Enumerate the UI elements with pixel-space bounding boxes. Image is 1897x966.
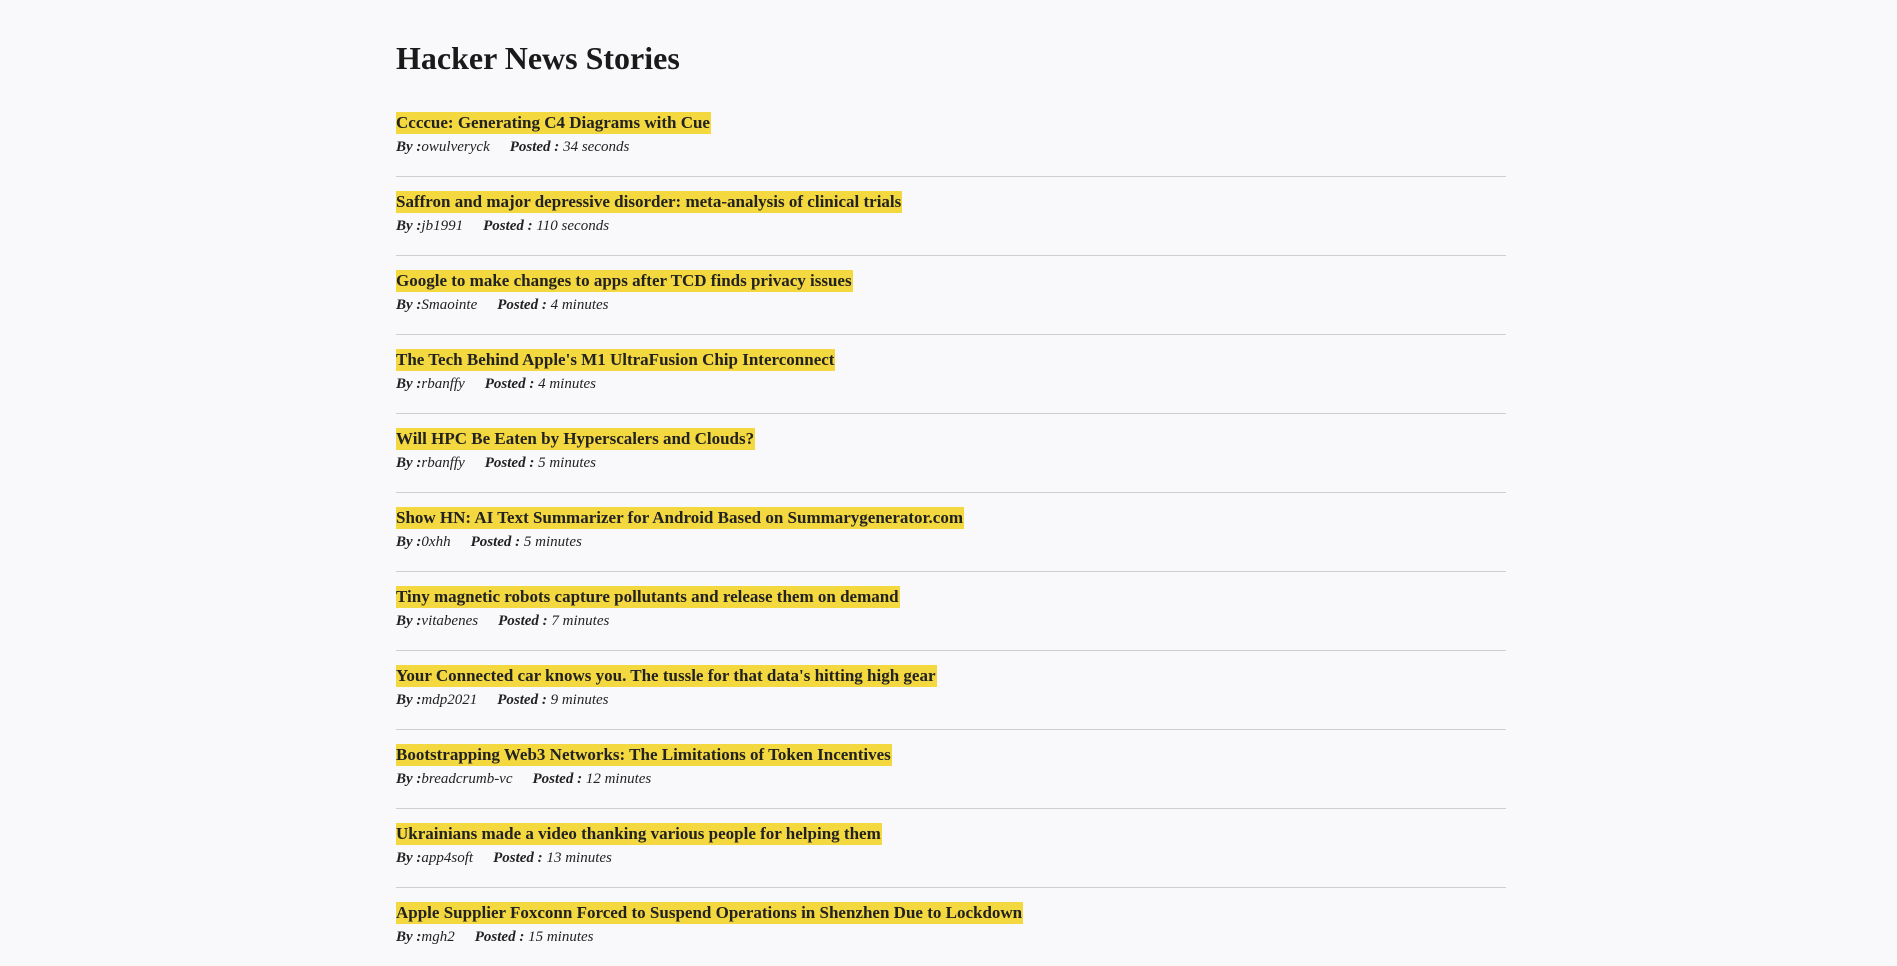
story-author: app4soft [421, 850, 474, 866]
story-meta: By :breadcrumb-vc Posted : 12 minutes [396, 769, 892, 789]
story-title-link[interactable]: Tiny magnetic robots capture pollutants … [396, 586, 900, 608]
story-author: mdp2021 [421, 692, 478, 708]
story-author: Smaointe [421, 297, 478, 313]
posted-label: Posted : [493, 850, 543, 866]
story-title-link[interactable]: Saffron and major depressive disorder: m… [396, 191, 903, 213]
posted-label: Posted : [470, 534, 521, 550]
story-item: Bootstrapping Web3 Networks: The Limitat… [396, 730, 1506, 809]
story-title-link[interactable]: Apple Supplier Foxconn Forced to Suspend… [396, 902, 1024, 924]
by-label: By : [396, 139, 422, 155]
story-meta: By :0xhh Posted : 5 minutes [396, 532, 964, 552]
by-label: By : [396, 218, 422, 234]
story-meta: By :app4soft Posted : 13 minutes [396, 848, 882, 868]
story-item: Ccccue: Generating C4 Diagrams with Cue … [396, 98, 1506, 177]
story-item: Apple Supplier Foxconn Forced to Suspend… [396, 888, 1506, 966]
story-item: Tiny magnetic robots capture pollutants … [396, 572, 1506, 651]
story-posted-time: 5 minutes [523, 534, 582, 550]
story-item: Google to make changes to apps after TCD… [396, 256, 1506, 335]
posted-label: Posted : [484, 455, 535, 471]
story-meta: By :rbanffy Posted : 5 minutes [396, 453, 755, 473]
stories-container: Hacker News Stories Ccccue: Generating C… [396, 0, 1506, 966]
by-label: By : [396, 929, 422, 945]
posted-label: Posted : [497, 297, 547, 313]
story-title-link[interactable]: Your Connected car knows you. The tussle… [396, 665, 937, 687]
by-label: By : [396, 850, 422, 866]
story-author: rbanffy [421, 455, 465, 471]
story-meta: By :rbanffy Posted : 4 minutes [396, 374, 835, 394]
story-meta: By :mgh2 Posted : 15 minutes [396, 927, 1023, 947]
posted-label: Posted : [532, 771, 583, 787]
story-posted-time: 9 minutes [550, 692, 609, 708]
posted-label: Posted : [483, 218, 533, 234]
story-title-link[interactable]: The Tech Behind Apple's M1 UltraFusion C… [396, 349, 836, 371]
story-title-link[interactable]: Bootstrapping Web3 Networks: The Limitat… [396, 744, 892, 766]
story-posted-time: 34 seconds [563, 139, 630, 155]
by-label: By : [396, 376, 422, 392]
by-label: By : [396, 455, 422, 471]
by-label: By : [396, 613, 422, 629]
story-author: mgh2 [421, 929, 455, 945]
story-author: vitabenes [421, 613, 479, 629]
story-author: owulveryck [421, 139, 490, 155]
story-posted-time: 12 minutes [585, 771, 652, 787]
story-meta: By :owulveryck Posted : 34 seconds [396, 137, 711, 157]
story-posted-time: 4 minutes [538, 376, 597, 392]
story-meta: By :jb1991 Posted : 110 seconds [396, 216, 902, 236]
posted-label: Posted : [509, 139, 560, 155]
story-posted-time: 7 minutes [551, 613, 610, 629]
story-posted-time: 5 minutes [538, 455, 597, 471]
story-posted-time: 110 seconds [536, 218, 610, 234]
story-title-link[interactable]: Google to make changes to apps after TCD… [396, 270, 853, 292]
story-author: jb1991 [421, 218, 464, 234]
posted-label: Posted : [484, 376, 535, 392]
story-title-link[interactable]: Show HN: AI Text Summarizer for Android … [396, 507, 965, 529]
by-label: By : [396, 297, 422, 313]
page-title: Hacker News Stories [396, 40, 680, 76]
posted-label: Posted : [474, 929, 525, 945]
story-item: Ukrainians made a video thanking various… [396, 809, 1506, 888]
by-label: By : [396, 534, 422, 550]
story-author: rbanffy [421, 376, 465, 392]
story-meta: By :vitabenes Posted : 7 minutes [396, 611, 900, 631]
story-list: Ccccue: Generating C4 Diagrams with Cue … [396, 98, 1506, 966]
story-posted-time: 13 minutes [546, 850, 612, 866]
story-title-link[interactable]: Ukrainians made a video thanking various… [396, 823, 882, 845]
story-item: The Tech Behind Apple's M1 UltraFusion C… [396, 335, 1506, 414]
story-posted-time: 4 minutes [550, 297, 609, 313]
by-label: By : [396, 771, 422, 787]
story-item: Saffron and major depressive disorder: m… [396, 177, 1506, 256]
posted-label: Posted : [498, 613, 548, 629]
posted-label: Posted : [497, 692, 547, 708]
story-meta: By :mdp2021 Posted : 9 minutes [396, 690, 937, 710]
story-title-link[interactable]: Ccccue: Generating C4 Diagrams with Cue [396, 112, 711, 134]
story-author: breadcrumb-vc [421, 771, 513, 787]
by-label: By : [396, 692, 422, 708]
story-item: Your Connected car knows you. The tussle… [396, 651, 1506, 730]
story-item: Will HPC Be Eaten by Hyperscalers and Cl… [396, 414, 1506, 493]
story-author: 0xhh [421, 534, 451, 550]
story-meta: By :Smaointe Posted : 4 minutes [396, 295, 853, 315]
story-title-link[interactable]: Will HPC Be Eaten by Hyperscalers and Cl… [396, 428, 756, 450]
story-posted-time: 15 minutes [528, 929, 594, 945]
story-item: Show HN: AI Text Summarizer for Android … [396, 493, 1506, 572]
